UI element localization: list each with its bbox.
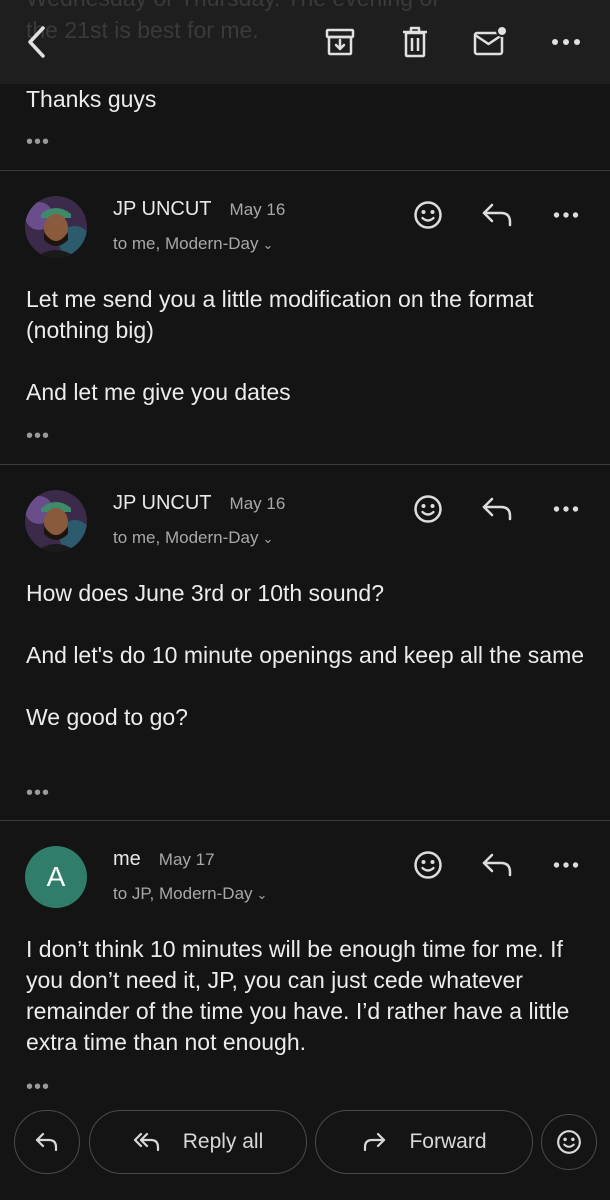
previous-message-tail: Thanks guys bbox=[26, 86, 157, 112]
divider bbox=[0, 820, 610, 821]
show-trimmed-content-button[interactable]: ••• bbox=[26, 132, 50, 152]
top-toolbar: Wednesday or Thursday. The evening of th… bbox=[0, 0, 610, 84]
chevron-down-icon: ⌄ bbox=[262, 531, 274, 546]
recipients-toggle[interactable]: to me, Modern-Day ⌄ bbox=[113, 234, 273, 254]
chevron-down-icon: ⌄ bbox=[262, 237, 274, 252]
reply-icon[interactable] bbox=[477, 195, 517, 235]
reply-icon[interactable] bbox=[477, 489, 517, 529]
trash-icon[interactable] bbox=[395, 22, 435, 62]
sender-name: me May 17 bbox=[113, 848, 215, 870]
bottom-action-bar: Reply all Forward bbox=[0, 1100, 610, 1200]
forward-icon bbox=[364, 1132, 386, 1152]
emoji-react-icon[interactable] bbox=[408, 845, 448, 885]
sender-avatar[interactable] bbox=[25, 196, 87, 258]
reply-all-button[interactable]: Reply all bbox=[89, 1110, 307, 1174]
mark-unread-icon[interactable] bbox=[470, 22, 510, 62]
archive-icon[interactable] bbox=[320, 22, 360, 62]
divider bbox=[0, 170, 610, 171]
recipients-toggle[interactable]: to me, Modern-Day ⌄ bbox=[113, 528, 273, 548]
back-icon[interactable] bbox=[16, 22, 56, 62]
emoji-react-icon bbox=[557, 1130, 581, 1154]
message-date: May 16 bbox=[229, 200, 286, 219]
sender-avatar[interactable] bbox=[25, 490, 87, 552]
reply-icon bbox=[35, 1132, 58, 1152]
more-icon[interactable] bbox=[546, 22, 586, 62]
sender-avatar[interactable]: A bbox=[25, 846, 87, 908]
forward-button[interactable]: Forward bbox=[315, 1110, 533, 1174]
show-trimmed-content-button[interactable]: ••• bbox=[26, 783, 50, 803]
emoji-react-button[interactable] bbox=[541, 1114, 597, 1170]
emoji-react-icon[interactable] bbox=[408, 195, 448, 235]
message-date: May 16 bbox=[229, 494, 286, 513]
message-body: How does June 3rd or 10th sound? And let… bbox=[26, 580, 585, 730]
chevron-down-icon: ⌄ bbox=[256, 887, 268, 902]
message-more-icon[interactable] bbox=[546, 845, 586, 885]
recipients-toggle[interactable]: to JP, Modern-Day ⌄ bbox=[113, 884, 267, 904]
message-more-icon[interactable] bbox=[546, 489, 586, 529]
reply-icon[interactable] bbox=[477, 845, 517, 885]
show-trimmed-content-button[interactable]: ••• bbox=[26, 426, 50, 446]
message-body: I don’t think 10 minutes will be enough … bbox=[26, 936, 570, 1055]
show-trimmed-content-button[interactable]: ••• bbox=[26, 1077, 50, 1097]
message-date: May 17 bbox=[158, 850, 215, 869]
sender-name: JP UNCUT May 16 bbox=[113, 492, 286, 514]
sender-name: JP UNCUT May 16 bbox=[113, 198, 286, 220]
divider bbox=[0, 464, 610, 465]
emoji-react-icon[interactable] bbox=[408, 489, 448, 529]
reply-button[interactable] bbox=[14, 1110, 80, 1174]
message-more-icon[interactable] bbox=[546, 195, 586, 235]
message-body: Let me send you a little modification on… bbox=[26, 286, 534, 405]
reply-all-icon bbox=[133, 1132, 159, 1152]
